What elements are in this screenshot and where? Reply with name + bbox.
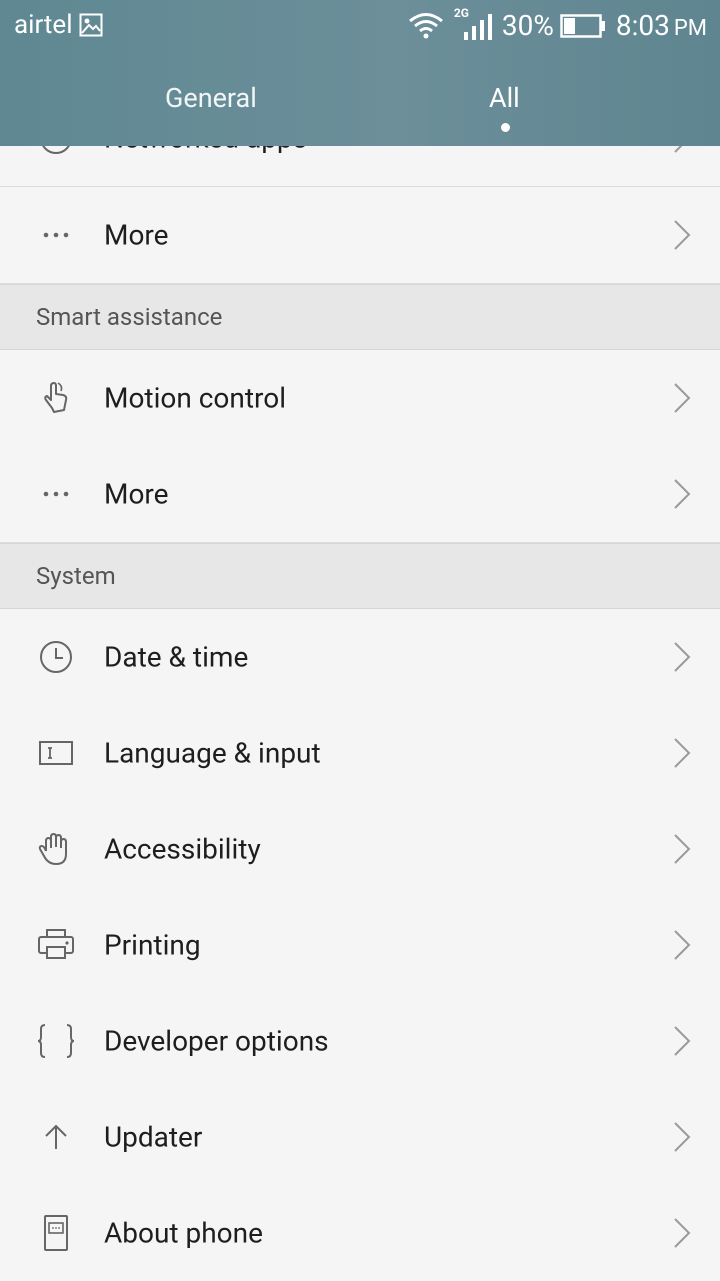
more-label-2: More bbox=[104, 477, 169, 511]
clock-ampm: PM bbox=[673, 16, 707, 41]
more-label-1: More bbox=[104, 218, 169, 252]
developer-options-item[interactable]: Developer options bbox=[0, 993, 720, 1090]
accessibility-item[interactable]: Accessibility bbox=[0, 801, 720, 898]
signal-icon bbox=[463, 13, 492, 40]
accessibility-label: Accessibility bbox=[104, 832, 261, 866]
tab-all[interactable]: All bbox=[489, 82, 520, 114]
printer-icon bbox=[38, 929, 74, 959]
date-time-item[interactable]: Date & time bbox=[0, 609, 720, 706]
language-input-item[interactable]: Language & input bbox=[0, 705, 720, 802]
updater-item[interactable]: Updater bbox=[0, 1089, 720, 1186]
section-title-system: System bbox=[36, 562, 116, 590]
motion-control-item[interactable]: Motion control bbox=[0, 350, 720, 447]
section-header-system: System bbox=[0, 543, 720, 609]
braces-icon bbox=[37, 1024, 75, 1058]
arrow-up-icon bbox=[45, 1124, 67, 1149]
battery-icon bbox=[560, 13, 605, 38]
chevron-right-icon bbox=[674, 738, 691, 768]
more-dots-icon bbox=[43, 491, 69, 497]
chevron-right-icon bbox=[674, 1122, 691, 1152]
image-notification-icon bbox=[79, 13, 103, 37]
clock-icon bbox=[40, 641, 72, 673]
active-tab-indicator bbox=[501, 123, 510, 132]
about-phone-label: About phone bbox=[104, 1216, 263, 1250]
chevron-right-icon bbox=[674, 642, 691, 672]
date-time-label: Date & time bbox=[104, 640, 249, 674]
carrier-label: airtel bbox=[14, 10, 73, 40]
more-dots-icon bbox=[43, 232, 69, 238]
chevron-right-icon bbox=[674, 1218, 691, 1248]
chevron-right-icon bbox=[674, 834, 691, 864]
chevron-right-icon bbox=[674, 383, 691, 413]
chevron-right-icon bbox=[674, 220, 691, 250]
tab-general[interactable]: General bbox=[165, 82, 257, 114]
about-phone-item[interactable]: About phone bbox=[0, 1185, 720, 1281]
section-header-smart-assistance: Smart assistance bbox=[0, 284, 720, 350]
language-input-label: Language & input bbox=[104, 736, 321, 770]
wifi-icon bbox=[408, 12, 443, 38]
section-title-smart: Smart assistance bbox=[36, 303, 223, 331]
battery-percent: 30% bbox=[501, 9, 554, 42]
chevron-right-icon bbox=[674, 479, 691, 509]
printing-label: Printing bbox=[104, 928, 201, 962]
status-bar: airtel 2G 30% 8:03 PM bbox=[0, 0, 720, 52]
clock: 8:03 bbox=[615, 9, 670, 42]
app-header: airtel 2G 30% 8:03 PM General All bbox=[0, 0, 720, 146]
keyboard-icon bbox=[39, 741, 73, 765]
more-item-1[interactable]: More bbox=[0, 187, 720, 284]
status-indicators: 2G 30% 8:03 PM bbox=[408, 6, 707, 42]
accessibility-hand-icon bbox=[38, 833, 67, 865]
updater-label: Updater bbox=[104, 1120, 203, 1154]
cellular-signal: 2G bbox=[454, 6, 496, 42]
motion-control-label: Motion control bbox=[104, 381, 286, 415]
printing-item[interactable]: Printing bbox=[0, 897, 720, 994]
motion-hand-icon bbox=[44, 382, 68, 413]
phone-icon bbox=[44, 1215, 68, 1251]
developer-options-label: Developer options bbox=[104, 1024, 329, 1058]
carrier-name: airtel bbox=[14, 10, 103, 40]
chevron-right-icon bbox=[674, 930, 691, 960]
more-item-2[interactable]: More bbox=[0, 446, 720, 543]
chevron-right-icon bbox=[674, 1026, 691, 1056]
